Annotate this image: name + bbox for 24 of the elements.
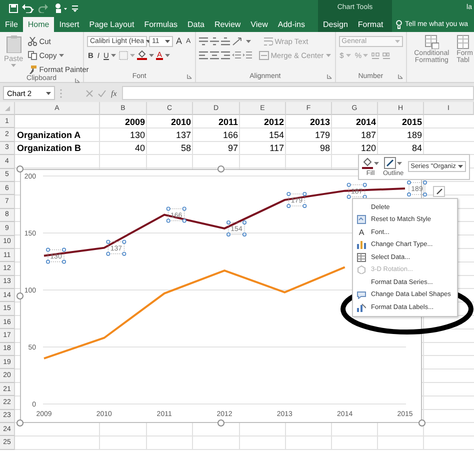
- cell-text: Organization A: [16, 129, 82, 142]
- cell-text: 97: [226, 142, 239, 156]
- cell-text: 2010: [170, 116, 192, 128]
- cell-text: 58: [180, 142, 192, 156]
- cell-text: 2013: [308, 116, 331, 128]
- cell-text: 130: [128, 129, 146, 142]
- cell-text: 187: [360, 129, 377, 142]
- cell-text: 179: [314, 129, 331, 142]
- cell-text: 2009: [124, 116, 146, 128]
- cell-text: 2012: [262, 116, 285, 128]
- cell-text: 2015: [400, 116, 423, 128]
- cell-text: 189: [406, 129, 423, 142]
- cell-text: 2014: [354, 116, 377, 128]
- cell-text: 2011: [217, 116, 239, 128]
- cell-text: 120: [360, 142, 377, 156]
- cell-text: 137: [174, 129, 192, 142]
- cell-text: 117: [268, 142, 285, 156]
- font-icon: A: [358, 228, 364, 237]
- cell-text: Organization B: [16, 142, 82, 156]
- cell-text: 40: [134, 142, 146, 156]
- cell-text: 98: [318, 142, 331, 156]
- cell-text: 84: [410, 142, 423, 156]
- cell-text: 166: [222, 129, 239, 142]
- cell-text: 154: [268, 129, 285, 142]
